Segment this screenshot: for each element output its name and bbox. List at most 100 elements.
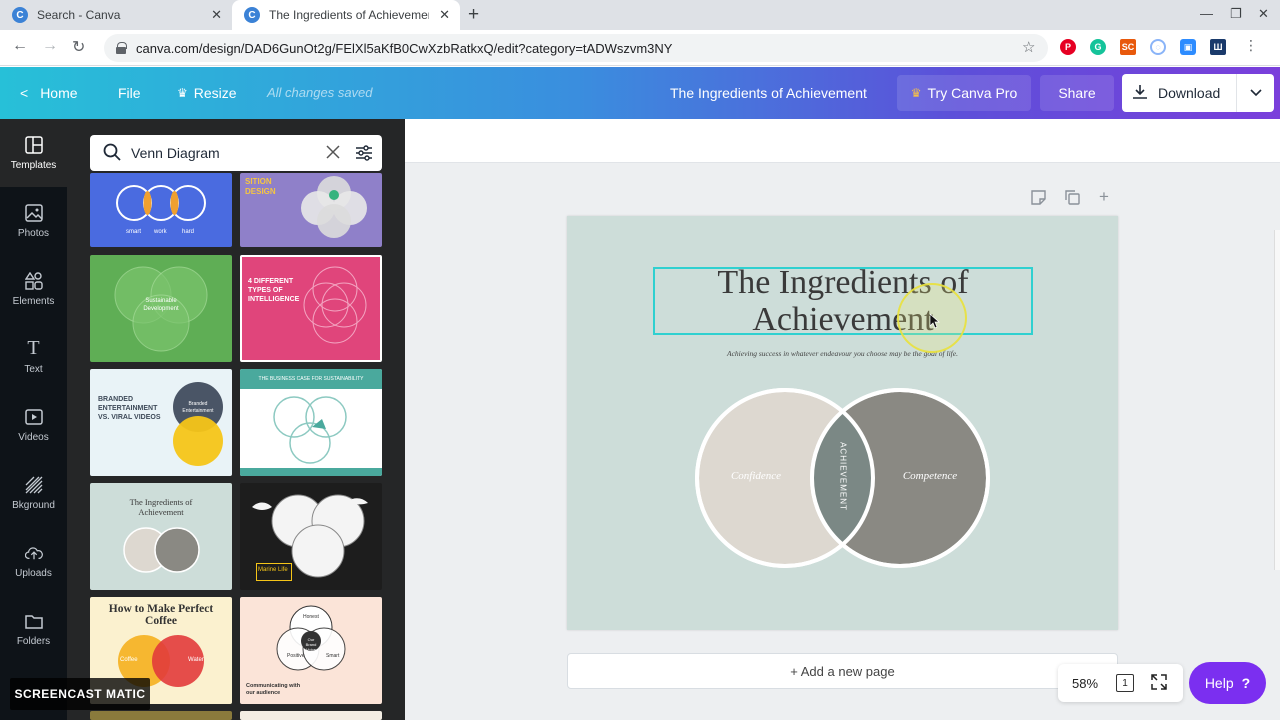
template-thumb-partial[interactable] (90, 711, 232, 720)
lock-icon (116, 42, 127, 54)
file-menu-button[interactable]: File (118, 85, 141, 101)
rail-item-elements[interactable]: Elements (0, 255, 67, 323)
browser-tab-design[interactable]: C The Ingredients of Achievement ✕ (232, 0, 460, 30)
chevron-down-icon[interactable] (1236, 74, 1274, 112)
reader-icon[interactable]: Ш (1210, 39, 1226, 55)
rail-item-templates[interactable]: Templates (0, 119, 67, 187)
side-nav-rail: Templates Photos Elements T Text Videos … (0, 119, 67, 720)
template-center-label: Our Brand Voice (305, 637, 317, 652)
uploads-icon (24, 544, 43, 562)
help-button[interactable]: Help ? (1189, 662, 1266, 704)
close-tab-icon[interactable]: ✕ (211, 7, 222, 23)
new-tab-icon[interactable]: + (468, 4, 479, 26)
zoom-icon[interactable]: ▣ (1180, 39, 1196, 55)
add-new-page-button[interactable]: + Add a new page (567, 653, 1118, 689)
template-word: work (154, 229, 167, 235)
minimize-icon[interactable]: — (1200, 6, 1213, 21)
template-caption: Communicating with our audience (246, 683, 301, 696)
template-circle-label: Branded Entertainment (182, 401, 214, 414)
template-thumb-brand-voice[interactable]: Honest Our Brand Voice Positive Smart Co… (240, 597, 382, 704)
template-thumb-marine-life[interactable]: Marine Life (240, 483, 382, 590)
search-icon (103, 143, 121, 164)
scrollbar[interactable] (1274, 230, 1280, 570)
notes-icon[interactable] (1031, 190, 1046, 208)
template-thumb-four-intelligence[interactable]: 4 DIFFERENT TYPES OF INTELLIGENCE (240, 255, 382, 362)
template-thumb-ingredients-achievement[interactable]: The Ingredients of Achievement (90, 483, 232, 590)
venn-left-label[interactable]: Confidence (707, 470, 805, 482)
rail-label: Text (24, 363, 43, 375)
filter-icon[interactable] (355, 144, 373, 165)
rail-item-photos[interactable]: Photos (0, 187, 67, 255)
address-bar[interactable]: canva.com/design/DAD6GunOt2g/FElXl5aKfB0… (104, 34, 1048, 62)
browser-tab-search-canva[interactable]: C Search - Canva ✕ (0, 0, 232, 30)
template-thumb-partial[interactable] (240, 711, 382, 720)
screencast-icon[interactable]: SC (1120, 39, 1136, 55)
tab-title: The Ingredients of Achievement (269, 8, 429, 22)
rail-item-videos[interactable]: Videos (0, 391, 67, 459)
template-center-label: Sustainable Development (143, 298, 179, 312)
template-thumb-branded-entertainment[interactable]: BRANDED ENTERTAINMENT VS. VIRAL VIDEOS B… (90, 369, 232, 476)
extension-icon[interactable]: ◌ (1150, 39, 1166, 55)
template-thumb-sustainable-development[interactable]: Sustainable Development (90, 255, 232, 362)
duplicate-page-icon[interactable] (1065, 190, 1080, 208)
rail-item-uploads[interactable]: Uploads (0, 527, 67, 595)
pinterest-icon[interactable]: P (1060, 39, 1076, 55)
template-left-label: Positive (287, 653, 305, 659)
template-thumb-smart-work-hard[interactable]: smart work hard (90, 173, 232, 247)
chevron-left-icon: < (20, 85, 29, 101)
try-canva-pro-button[interactable]: ♛ Try Canva Pro (897, 75, 1031, 111)
back-icon[interactable]: ← (12, 37, 28, 55)
template-word: smart (126, 229, 141, 235)
page-count-badge[interactable]: 1 (1116, 674, 1134, 692)
more-menu-icon[interactable]: ⋮ (1244, 37, 1258, 54)
rail-label: Uploads (15, 567, 52, 579)
design-title[interactable]: The Ingredients of Achievement (670, 85, 867, 101)
bookmark-star-icon[interactable]: ☆ (1022, 38, 1035, 56)
restore-icon[interactable]: ❐ (1230, 6, 1242, 22)
canva-favicon-icon: C (12, 7, 28, 23)
add-page-icon[interactable]: + (1099, 187, 1109, 207)
question-icon: ? (1241, 675, 1251, 691)
share-button[interactable]: Share (1040, 75, 1114, 111)
template-right-label: Water (188, 657, 204, 663)
home-button[interactable]: < Home (20, 85, 78, 101)
download-icon (1132, 84, 1148, 103)
home-label: Home (40, 85, 78, 101)
try-pro-label: Try Canva Pro (927, 85, 1018, 101)
fullscreen-icon[interactable] (1151, 674, 1167, 693)
venn-right-label[interactable]: Competence (881, 470, 979, 482)
reload-icon[interactable]: ↻ (72, 37, 85, 57)
clear-search-icon[interactable] (326, 145, 340, 162)
close-tab-icon[interactable]: ✕ (439, 7, 450, 23)
screencast-watermark: SCREENCAST MATIC (10, 678, 150, 710)
rail-item-background[interactable]: Bkground (0, 459, 67, 527)
rail-item-folders[interactable]: Folders (0, 595, 67, 663)
elements-icon (24, 271, 43, 290)
template-right-label: Smart (326, 653, 340, 659)
rail-item-text[interactable]: T Text (0, 323, 67, 391)
canva-favicon-icon: C (244, 7, 260, 23)
zoom-level[interactable]: 58% (1072, 676, 1098, 691)
template-search-input[interactable]: Venn Diagram (90, 135, 382, 171)
template-thumb-position-design[interactable]: SITION DESIGN (240, 173, 382, 247)
template-thumb-sustainability-case[interactable]: THE BUSINESS CASE FOR SUSTAINABILITY (240, 369, 382, 476)
design-page[interactable]: The Ingredients of Achievement Achieving… (567, 216, 1118, 630)
forward-icon[interactable]: → (42, 37, 58, 55)
rail-label: Elements (12, 295, 55, 307)
canva-top-bar: < Home File ♛ Resize All changes saved T… (0, 67, 1280, 119)
grammarly-icon[interactable]: G (1090, 39, 1106, 55)
templates-icon (24, 135, 43, 154)
rail-label: Videos (18, 431, 49, 443)
template-left-label: Coffee (120, 657, 138, 663)
resize-label: Resize (193, 85, 237, 101)
photos-icon (24, 203, 43, 222)
folders-icon (24, 612, 43, 630)
browser-toolbar: ← → ↻ canva.com/design/DAD6GunOt2g/FElXl… (0, 30, 1280, 66)
download-button[interactable]: Download (1122, 74, 1274, 112)
close-window-icon[interactable]: ✕ (1258, 6, 1269, 22)
venn-diagram (695, 388, 990, 568)
save-status: All changes saved (267, 85, 373, 100)
resize-button[interactable]: ♛ Resize (177, 85, 237, 101)
venn-center-label[interactable]: ACHIEVEMENT (839, 427, 848, 527)
download-label: Download (1158, 85, 1221, 101)
